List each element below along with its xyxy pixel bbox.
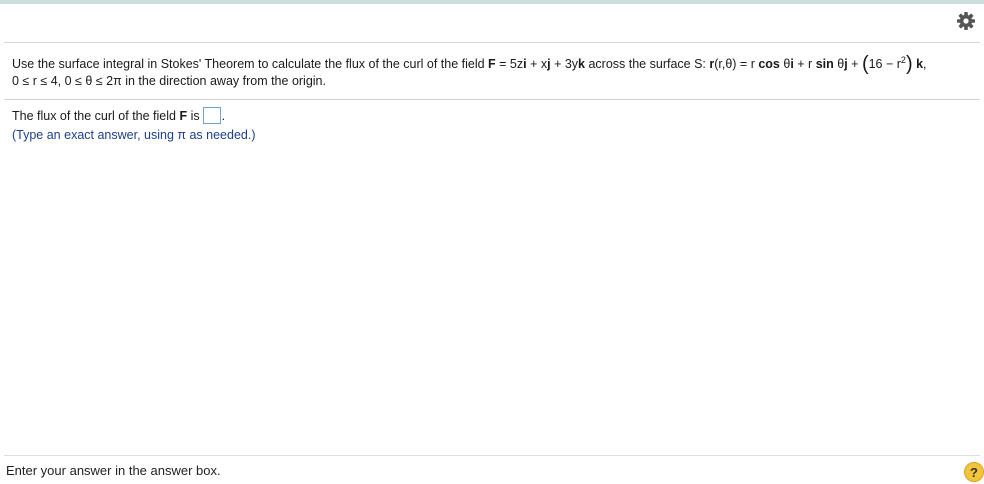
answer-prompt: The flux of the curl of the field F is. (12, 107, 226, 124)
top-accent-strip (0, 0, 984, 4)
gear-icon[interactable] (956, 11, 976, 31)
bounds-text: 0 ≤ r ≤ 4, 0 ≤ θ ≤ 2π in the direction a… (12, 74, 326, 88)
question-text: Use the surface integral in Stokes' Theo… (12, 53, 927, 88)
divider-bottom (4, 455, 980, 456)
divider-middle (4, 99, 980, 100)
help-button[interactable]: ? (964, 462, 984, 482)
answer-input[interactable] (202, 107, 221, 124)
divider-top (4, 42, 980, 43)
status-message: Enter your answer in the answer box. (6, 463, 221, 478)
answer-hint: (Type an exact answer, using π as needed… (12, 128, 256, 142)
